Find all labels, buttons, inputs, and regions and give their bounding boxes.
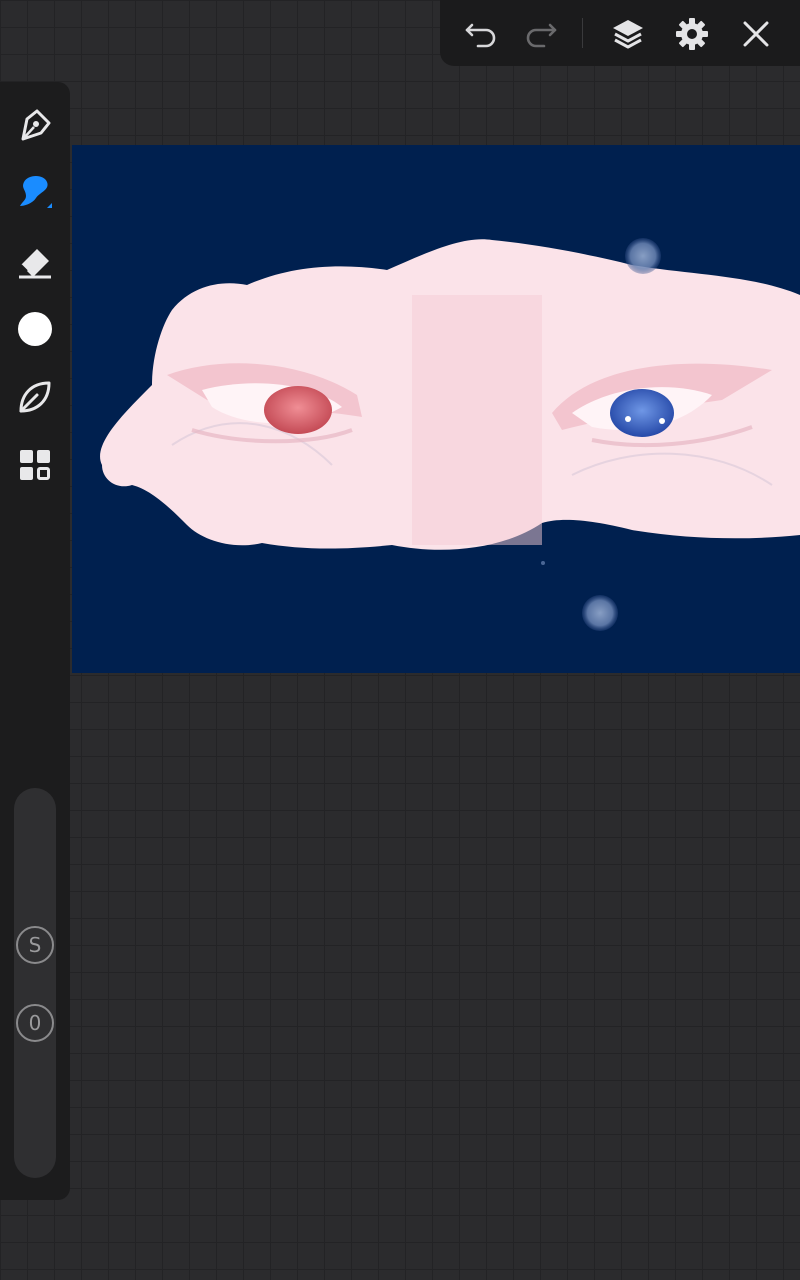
toolbar-divider	[582, 18, 583, 48]
redo-button[interactable]	[520, 14, 560, 54]
grid-menu-icon	[20, 450, 50, 480]
brush-settings-slider[interactable]	[14, 788, 56, 1178]
tool-sidebar: S 0	[0, 82, 70, 1200]
glow-dot	[582, 595, 618, 631]
gear-icon	[676, 18, 708, 50]
undo-icon	[465, 23, 496, 48]
glow-dot	[625, 238, 661, 274]
brush-tool-button[interactable]	[12, 170, 58, 216]
brush-opacity-button[interactable]: 0	[16, 1004, 54, 1042]
color-icon	[18, 312, 52, 346]
layers-icon	[613, 20, 643, 49]
settings-button[interactable]	[672, 14, 712, 54]
color-picker-button[interactable]	[12, 306, 58, 352]
brush-tool-icon	[20, 176, 52, 208]
gallery-menu-button[interactable]	[12, 442, 58, 488]
eraser-tool-button[interactable]	[12, 238, 58, 284]
close-button[interactable]	[736, 14, 776, 54]
close-icon	[743, 21, 769, 47]
eraser-icon	[19, 249, 51, 279]
brush-opacity-label: 0	[28, 1011, 42, 1035]
shape-tool-button[interactable]	[12, 374, 58, 420]
nose-shading	[412, 295, 542, 545]
glow-dot	[541, 561, 545, 565]
redo-icon	[526, 23, 557, 48]
layers-button[interactable]	[608, 14, 648, 54]
pen-tool-icon	[21, 109, 51, 141]
artwork	[100, 238, 800, 631]
brush-size-label: S	[28, 933, 42, 957]
top-toolbar	[440, 0, 800, 66]
pen-tool-button[interactable]	[12, 102, 58, 148]
undo-button[interactable]	[462, 14, 502, 54]
brush-size-button[interactable]: S	[16, 926, 54, 964]
leaf-icon	[19, 381, 51, 413]
drawing-canvas[interactable]	[72, 145, 800, 673]
